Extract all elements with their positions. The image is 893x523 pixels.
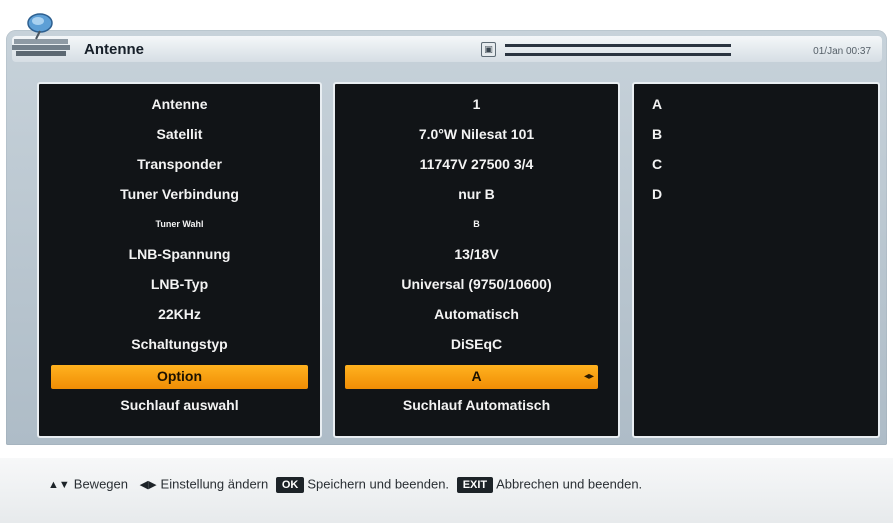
signal-strength-bar [505, 44, 731, 47]
setting-label[interactable]: LNB-Spannung [39, 241, 320, 268]
signal-icon: ▣ [481, 42, 496, 57]
setting-label[interactable]: Antenne [39, 91, 320, 118]
page-title: Antenne [84, 41, 144, 58]
setting-label[interactable]: Tuner Verbindung [39, 181, 320, 208]
options-list: A B C D [632, 82, 880, 438]
option-item[interactable]: C [652, 151, 662, 178]
option-item[interactable]: A [652, 91, 662, 118]
setting-label[interactable]: Transponder [39, 151, 320, 178]
setting-value[interactable]: nur B [335, 181, 618, 208]
setting-value[interactable]: 1 [335, 91, 618, 118]
left-right-arrows-icon: ◀▶ [139, 478, 157, 491]
exit-key[interactable]: EXIT [456, 476, 494, 493]
signal-indicator: ▣ [481, 40, 741, 60]
setting-label[interactable]: Tuner Wahl [39, 211, 320, 238]
setting-value[interactable]: B [335, 211, 618, 238]
change-hint: Einstellung ändern [160, 476, 269, 492]
left-right-arrows-icon[interactable]: ◂▸ [584, 370, 594, 384]
exit-hint: Abbrechen und beenden. [496, 476, 643, 492]
option-item[interactable]: D [652, 181, 662, 208]
help-hints: ▲▼ Bewegen ◀▶ Einstellung ändern OK Speiche… [48, 474, 642, 494]
ok-hint: Speichern und beenden. [307, 476, 450, 492]
setting-label[interactable]: Satellit [39, 121, 320, 148]
setting-value[interactable]: 11747V 27500 3/4 [335, 151, 618, 178]
ok-key[interactable]: OK [275, 476, 305, 493]
up-down-arrows-icon: ▲▼ [48, 478, 70, 491]
setting-value[interactable]: Universal (9750/10600) [335, 271, 618, 298]
setting-label[interactable]: LNB-Typ [39, 271, 320, 298]
setting-value[interactable]: Suchlauf Automatisch [335, 392, 618, 419]
setting-value[interactable]: 13/18V [335, 241, 618, 268]
settings-label-column: Antenne Satellit Transponder Tuner Verbi… [37, 82, 322, 438]
setting-label-selected[interactable]: Option [39, 363, 320, 390]
option-item[interactable]: B [652, 121, 662, 148]
clock: 01/Jan 00:37 [813, 46, 871, 57]
setting-label[interactable]: Schaltungstyp [39, 331, 320, 358]
setting-label[interactable]: Suchlauf auswahl [39, 392, 320, 419]
signal-quality-bar [505, 53, 731, 56]
setting-value-selected[interactable]: A [335, 363, 618, 390]
setting-value[interactable]: 7.0°W Nilesat 101 [335, 121, 618, 148]
move-hint: Bewegen [73, 476, 128, 492]
satellite-dish-icon [12, 13, 70, 56]
setting-value[interactable]: DiSEqC [335, 331, 618, 358]
setting-label[interactable]: 22KHz [39, 301, 320, 328]
settings-value-column: 1 7.0°W Nilesat 101 11747V 27500 3/4 nur… [333, 82, 620, 438]
setting-value[interactable]: Automatisch [335, 301, 618, 328]
